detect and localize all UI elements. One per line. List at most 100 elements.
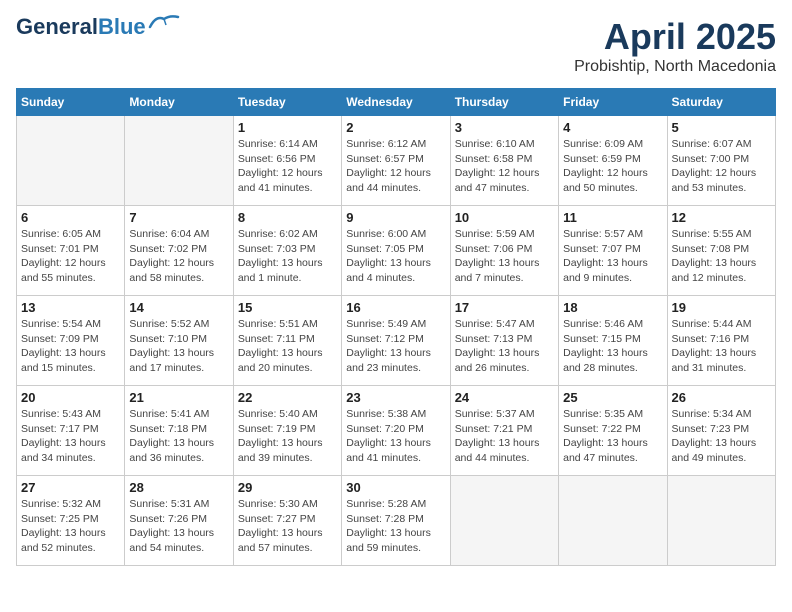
- calendar-cell: [450, 476, 558, 566]
- day-number: 8: [238, 210, 337, 225]
- day-info: Sunrise: 5:30 AMSunset: 7:27 PMDaylight:…: [238, 497, 337, 556]
- calendar-cell: 17 Sunrise: 5:47 AMSunset: 7:13 PMDayligh…: [450, 296, 558, 386]
- day-info: Sunrise: 5:32 AMSunset: 7:25 PMDaylight:…: [21, 497, 120, 556]
- day-info: Sunrise: 5:31 AMSunset: 7:26 PMDaylight:…: [129, 497, 228, 556]
- day-number: 20: [21, 390, 120, 405]
- day-number: 27: [21, 480, 120, 495]
- day-info: Sunrise: 5:54 AMSunset: 7:09 PMDaylight:…: [21, 317, 120, 376]
- logo-text: GeneralBlue: [16, 16, 146, 38]
- day-info: Sunrise: 6:07 AMSunset: 7:00 PMDaylight:…: [672, 137, 771, 196]
- day-info: Sunrise: 5:37 AMSunset: 7:21 PMDaylight:…: [455, 407, 554, 466]
- calendar-cell: 25 Sunrise: 5:35 AMSunset: 7:22 PMDayligh…: [559, 386, 667, 476]
- calendar-cell: 5 Sunrise: 6:07 AMSunset: 7:00 PMDaylight…: [667, 116, 775, 206]
- day-number: 16: [346, 300, 445, 315]
- day-number: 4: [563, 120, 662, 135]
- col-tuesday: Tuesday: [233, 89, 341, 116]
- day-info: Sunrise: 6:04 AMSunset: 7:02 PMDaylight:…: [129, 227, 228, 286]
- day-number: 18: [563, 300, 662, 315]
- day-info: Sunrise: 5:34 AMSunset: 7:23 PMDaylight:…: [672, 407, 771, 466]
- day-number: 22: [238, 390, 337, 405]
- calendar-cell: 23 Sunrise: 5:38 AMSunset: 7:20 PMDayligh…: [342, 386, 450, 476]
- day-info: Sunrise: 5:35 AMSunset: 7:22 PMDaylight:…: [563, 407, 662, 466]
- day-info: Sunrise: 5:28 AMSunset: 7:28 PMDaylight:…: [346, 497, 445, 556]
- calendar-cell: 18 Sunrise: 5:46 AMSunset: 7:15 PMDayligh…: [559, 296, 667, 386]
- day-number: 17: [455, 300, 554, 315]
- title-block: April 2025 Probishtip, North Macedonia: [574, 16, 776, 76]
- calendar-cell: 2 Sunrise: 6:12 AMSunset: 6:57 PMDaylight…: [342, 116, 450, 206]
- page-title: April 2025: [574, 16, 776, 58]
- page-subtitle: Probishtip, North Macedonia: [574, 58, 776, 76]
- calendar-cell: 10 Sunrise: 5:59 AMSunset: 7:06 PMDayligh…: [450, 206, 558, 296]
- calendar-cell: 22 Sunrise: 5:40 AMSunset: 7:19 PMDayligh…: [233, 386, 341, 476]
- calendar-cell: 26 Sunrise: 5:34 AMSunset: 7:23 PMDayligh…: [667, 386, 775, 476]
- calendar-cell: [125, 116, 233, 206]
- col-friday: Friday: [559, 89, 667, 116]
- day-info: Sunrise: 5:52 AMSunset: 7:10 PMDaylight:…: [129, 317, 228, 376]
- calendar-cell: 15Sunrise: 5:51 AMSunset: 7:11 PMDayligh…: [233, 296, 341, 386]
- day-number: 2: [346, 120, 445, 135]
- calendar-cell: 16 Sunrise: 5:49 AMSunset: 7:12 PMDayligh…: [342, 296, 450, 386]
- day-number: 1: [238, 120, 337, 135]
- day-info: Sunrise: 6:09 AMSunset: 6:59 PMDaylight:…: [563, 137, 662, 196]
- col-monday: Monday: [125, 89, 233, 116]
- day-info: Sunrise: 5:46 AMSunset: 7:15 PMDaylight:…: [563, 317, 662, 376]
- day-number: 7: [129, 210, 228, 225]
- day-info: Sunrise: 6:14 AMSunset: 6:56 PMDaylight:…: [238, 137, 337, 196]
- day-number: 24: [455, 390, 554, 405]
- day-number: 10: [455, 210, 554, 225]
- page-header: GeneralBlue April 2025 Probishtip, North…: [16, 16, 776, 76]
- day-info: Sunrise: 5:44 AMSunset: 7:16 PMDaylight:…: [672, 317, 771, 376]
- logo-bird-icon: [148, 13, 180, 33]
- calendar-cell: 13 Sunrise: 5:54 AMSunset: 7:09 PMDayligh…: [17, 296, 125, 386]
- calendar-cell: 7 Sunrise: 6:04 AMSunset: 7:02 PMDaylight…: [125, 206, 233, 296]
- calendar-cell: [17, 116, 125, 206]
- day-number: 15: [238, 300, 337, 315]
- day-info: Sunrise: 5:55 AMSunset: 7:08 PMDaylight:…: [672, 227, 771, 286]
- day-number: 12: [672, 210, 771, 225]
- day-number: 14: [129, 300, 228, 315]
- calendar-cell: 14 Sunrise: 5:52 AMSunset: 7:10 PMDayligh…: [125, 296, 233, 386]
- day-info: Sunrise: 5:40 AMSunset: 7:19 PMDaylight:…: [238, 407, 337, 466]
- calendar-cell: [559, 476, 667, 566]
- day-info: Sunrise: 6:10 AMSunset: 6:58 PMDaylight:…: [455, 137, 554, 196]
- day-info: Sunrise: 5:43 AMSunset: 7:17 PMDaylight:…: [21, 407, 120, 466]
- day-number: 19: [672, 300, 771, 315]
- day-number: 29: [238, 480, 337, 495]
- calendar-cell: 6 Sunrise: 6:05 AMSunset: 7:01 PMDaylight…: [17, 206, 125, 296]
- day-info: Sunrise: 6:02 AMSunset: 7:03 PMDaylight:…: [238, 227, 337, 286]
- day-number: 30: [346, 480, 445, 495]
- day-number: 26: [672, 390, 771, 405]
- day-info: Sunrise: 5:59 AMSunset: 7:06 PMDaylight:…: [455, 227, 554, 286]
- col-saturday: Saturday: [667, 89, 775, 116]
- day-info: Sunrise: 5:47 AMSunset: 7:13 PMDaylight:…: [455, 317, 554, 376]
- calendar-cell: 11Sunrise: 5:57 AMSunset: 7:07 PMDayligh…: [559, 206, 667, 296]
- day-number: 28: [129, 480, 228, 495]
- col-wednesday: Wednesday: [342, 89, 450, 116]
- day-info: Sunrise: 6:05 AMSunset: 7:01 PMDaylight:…: [21, 227, 120, 286]
- calendar-table: Sunday Monday Tuesday Wednesday Thursday…: [16, 88, 776, 566]
- calendar-cell: 19 Sunrise: 5:44 AMSunset: 7:16 PMDayligh…: [667, 296, 775, 386]
- day-number: 13: [21, 300, 120, 315]
- calendar-cell: [667, 476, 775, 566]
- day-info: Sunrise: 6:12 AMSunset: 6:57 PMDaylight:…: [346, 137, 445, 196]
- day-number: 25: [563, 390, 662, 405]
- calendar-cell: 29 Sunrise: 5:30 AMSunset: 7:27 PMDayligh…: [233, 476, 341, 566]
- calendar-body: 1 Sunrise: 6:14 AMSunset: 6:56 PMDaylight…: [17, 116, 776, 566]
- calendar-cell: 24 Sunrise: 5:37 AMSunset: 7:21 PMDayligh…: [450, 386, 558, 476]
- col-thursday: Thursday: [450, 89, 558, 116]
- day-info: Sunrise: 5:49 AMSunset: 7:12 PMDaylight:…: [346, 317, 445, 376]
- calendar-cell: 8 Sunrise: 6:02 AMSunset: 7:03 PMDaylight…: [233, 206, 341, 296]
- day-number: 23: [346, 390, 445, 405]
- calendar-cell: 20 Sunrise: 5:43 AMSunset: 7:17 PMDayligh…: [17, 386, 125, 476]
- day-number: 6: [21, 210, 120, 225]
- calendar-cell: 28 Sunrise: 5:31 AMSunset: 7:26 PMDayligh…: [125, 476, 233, 566]
- calendar-cell: 21Sunrise: 5:41 AMSunset: 7:18 PMDayligh…: [125, 386, 233, 476]
- day-number: 5: [672, 120, 771, 135]
- day-info: Sunrise: 5:41 AMSunset: 7:18 PMDaylight:…: [129, 407, 228, 466]
- calendar-cell: 12 Sunrise: 5:55 AMSunset: 7:08 PMDayligh…: [667, 206, 775, 296]
- day-info: Sunrise: 5:57 AMSunset: 7:07 PMDaylight:…: [563, 227, 662, 286]
- calendar-cell: 4 Sunrise: 6:09 AMSunset: 6:59 PMDaylight…: [559, 116, 667, 206]
- day-info: Sunrise: 5:38 AMSunset: 7:20 PMDaylight:…: [346, 407, 445, 466]
- calendar-header: Sunday Monday Tuesday Wednesday Thursday…: [17, 89, 776, 116]
- calendar-cell: 27 Sunrise: 5:32 AMSunset: 7:25 PMDayligh…: [17, 476, 125, 566]
